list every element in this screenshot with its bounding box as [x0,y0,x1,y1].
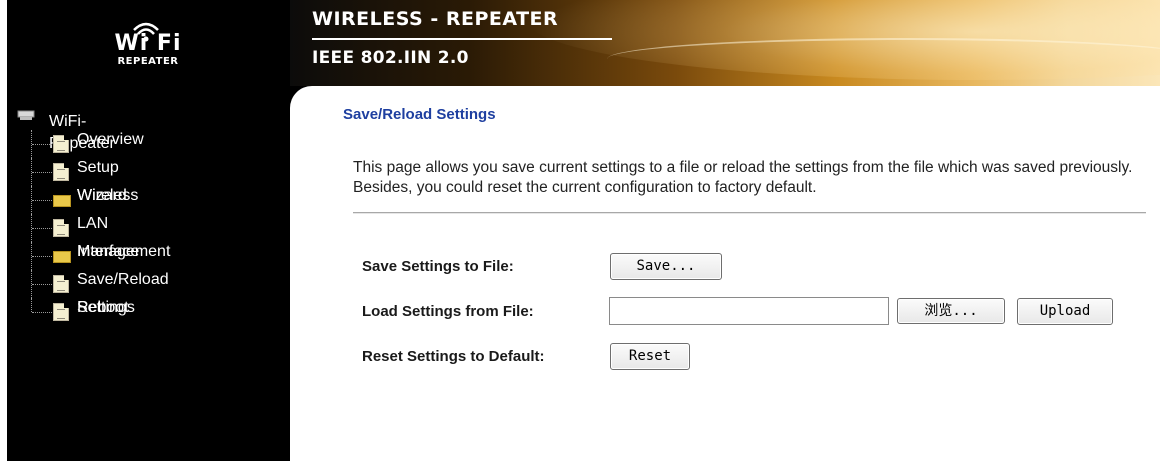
sidebar-item-label: Management [77,243,171,260]
logo-repeater-text: REPEATER [117,56,179,67]
folder-icon [53,195,71,207]
page-description: This page allows you save current settin… [353,159,1133,196]
upload-button[interactable]: Upload [1017,298,1113,325]
sidebar: WiFi-Repeater Overview Setup Wizard Wire… [7,86,290,461]
tree-branch [32,312,54,314]
document-icon [53,303,69,321]
document-icon [53,163,69,181]
tree-line [31,298,33,312]
page-title: Save/Reload Settings [343,106,496,123]
load-settings-label: Load Settings from File: [362,303,534,320]
page: Wi Fi REPEATER WIRELESS - REPEATER IEEE … [0,0,1167,461]
header-title: WIRELESS - REPEATER [312,8,559,30]
file-path-input[interactable] [609,297,889,325]
document-icon [53,135,69,153]
header-subtitle: IEEE 802.IIN 2.0 [312,48,469,68]
folder-icon [53,251,71,263]
divider [353,212,1146,214]
reset-button[interactable]: Reset [610,343,690,370]
wifi-logo: Wi Fi REPEATER [83,16,213,76]
tree-branch [32,172,54,174]
save-settings-label: Save Settings to File: [362,258,514,275]
reset-settings-label: Reset Settings to Default: [362,348,545,365]
tree-branch [32,144,54,146]
logo: Wi Fi REPEATER [7,0,290,86]
save-button[interactable]: Save... [610,253,722,280]
header-divider [312,38,612,40]
document-icon [53,219,69,237]
tree-branch [32,200,54,202]
tree-branch [32,284,54,286]
sidebar-item-label: Wireless [77,187,139,204]
computer-icon [17,110,35,120]
logo-wifi-text: Wi Fi [114,31,182,56]
content-corner [290,86,330,126]
header-swoosh-line [607,38,1160,80]
browse-button[interactable]: 浏览... [897,298,1005,324]
sidebar-item-label: Overview [77,131,144,148]
tree-branch [32,256,54,258]
sidebar-item-label: Reboot [77,299,129,316]
document-icon [53,275,69,293]
tree-branch [32,228,54,230]
